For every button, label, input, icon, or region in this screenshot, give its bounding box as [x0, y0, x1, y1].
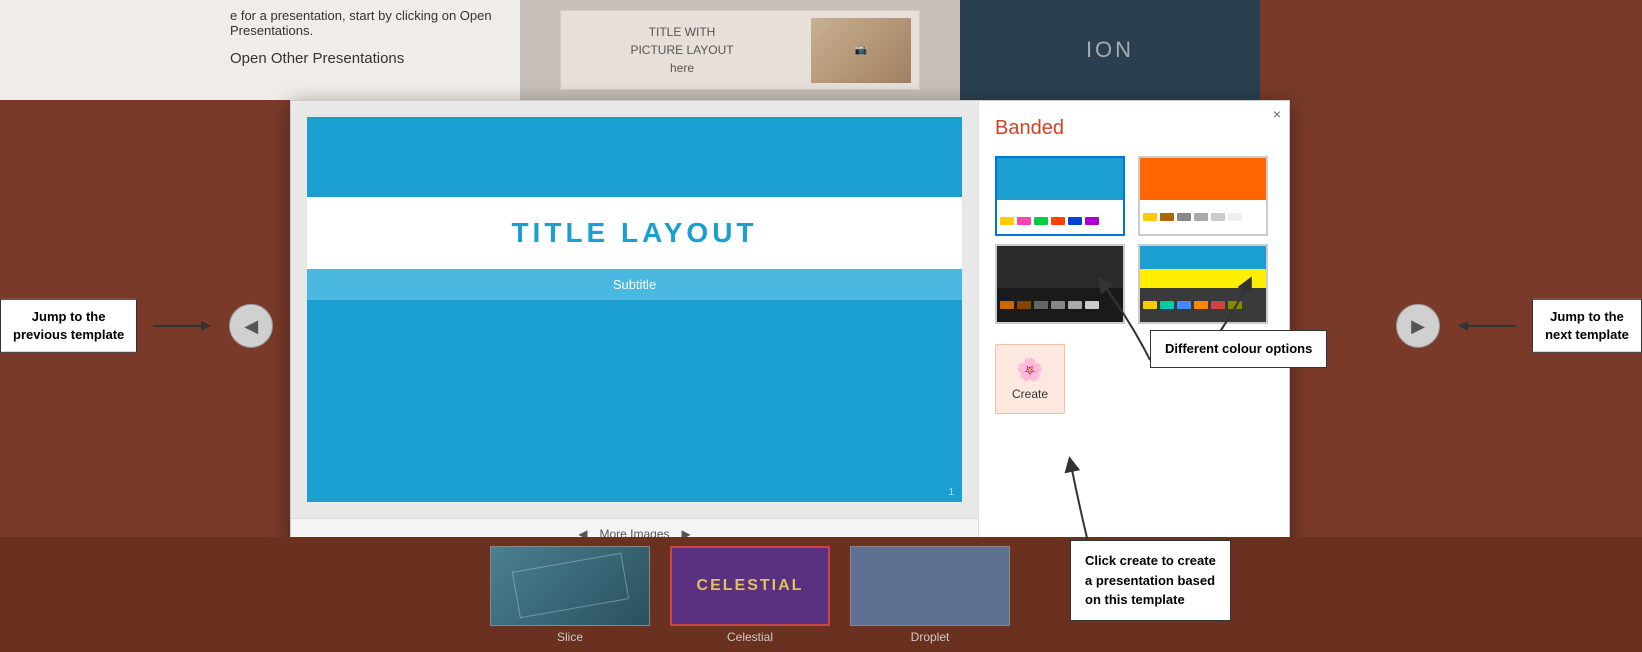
prev-button[interactable]: ◀: [229, 304, 273, 348]
droplet-label: Droplet: [911, 630, 950, 644]
click-create-callout: Click create to createa presentation bas…: [1070, 540, 1231, 621]
slide-number: 1: [948, 487, 954, 498]
slice-label: Slice: [557, 630, 583, 644]
slide-top-band: [307, 117, 962, 197]
click-create-text: Click create to createa presentation bas…: [1085, 553, 1216, 607]
slide-white-band: TITLE LAYOUT: [307, 197, 962, 269]
celestial-label: Celestial: [727, 630, 773, 644]
prev-label: Jump to theprevious template: [0, 299, 137, 353]
template-name-label: Banded: [995, 117, 1273, 140]
bg-text-line2: Presentations.: [230, 23, 504, 38]
bg-thumb-inner: TITLE WITH PICTURE LAYOUT here 📷: [560, 10, 920, 90]
bottom-templates: Slice CELESTIAL Celestial Droplet: [0, 537, 1642, 652]
bg-center-thumb: TITLE WITH PICTURE LAYOUT here 📷: [520, 0, 960, 100]
thumb-slice[interactable]: Slice: [490, 546, 650, 644]
open-other-presentations[interactable]: Open Other Presentations: [230, 50, 504, 67]
bg-thumb-title: TITLE WITH: [569, 23, 795, 41]
slide-preview: TITLE LAYOUT Subtitle 1: [307, 117, 962, 502]
bg-text-line1: e for a presentation, start by clicking …: [230, 8, 504, 23]
create-icon: 🌸: [1016, 357, 1043, 383]
different-colours-text: Different colour options: [1165, 341, 1312, 356]
next-arrow-line: [1456, 316, 1516, 336]
prev-arrow-line: [153, 316, 213, 336]
celestial-title: CELESTIAL: [697, 577, 804, 595]
close-button[interactable]: ×: [1273, 107, 1281, 121]
bg-top-right: ION: [960, 0, 1260, 100]
nav-previous: Jump to theprevious template ◀: [0, 299, 273, 353]
different-colours-callout: Different colour options: [1150, 330, 1327, 368]
next-label: Jump to thenext template: [1532, 299, 1642, 353]
preview-pane: TITLE LAYOUT Subtitle 1 ◀ More Images ▶: [291, 101, 979, 549]
bg-thumb-image: 📷: [811, 18, 911, 83]
bg-thumb-sub2: here: [569, 59, 795, 77]
swatch-orange[interactable]: [1138, 156, 1268, 236]
ion-label: ION: [1086, 37, 1134, 63]
swatch-blue[interactable]: [995, 156, 1125, 236]
thumb-celestial[interactable]: CELESTIAL Celestial: [670, 546, 830, 644]
next-button[interactable]: ▶: [1396, 304, 1440, 348]
bg-top-left: e for a presentation, start by clicking …: [0, 0, 520, 100]
slide-bottom-band: [307, 300, 962, 502]
slide-subtitle-band: Subtitle: [307, 269, 962, 300]
create-label: Create: [1012, 387, 1048, 401]
bg-thumb-subtitle: PICTURE LAYOUT: [569, 41, 795, 59]
thumb-droplet[interactable]: Droplet: [850, 546, 1010, 644]
slide-title: TITLE LAYOUT: [327, 217, 942, 249]
nav-next: ▶ Jump to thenext template: [1396, 299, 1642, 353]
